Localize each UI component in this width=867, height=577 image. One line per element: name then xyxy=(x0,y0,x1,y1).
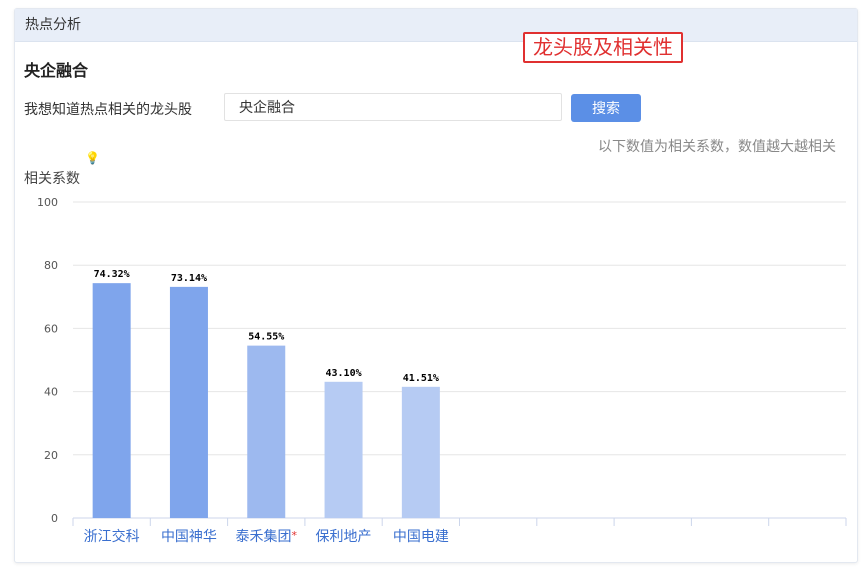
bar xyxy=(169,286,208,518)
bar xyxy=(92,283,131,518)
category-label: 中国电建 xyxy=(393,529,449,545)
y-tick-label: 0 xyxy=(51,512,58,525)
category-mark: * xyxy=(292,529,298,542)
category-label: 保利地产 xyxy=(316,529,372,545)
data-label: 43.10% xyxy=(325,368,361,379)
bar-chart: 0 20 40 60 80 100 74.32% 浙江交科 73.14% 中国神华 54.55% 泰禾… xyxy=(37,196,847,545)
data-label: 54.55% xyxy=(248,332,284,343)
data-label: 41.51% xyxy=(403,373,439,384)
bar xyxy=(401,386,440,518)
data-label: 74.32% xyxy=(94,269,130,280)
category-label: 泰禾集团* xyxy=(236,528,298,545)
bar xyxy=(247,345,286,518)
y-tick-label: 100 xyxy=(37,196,58,209)
y-tick-label: 40 xyxy=(44,386,58,399)
y-tick-label: 60 xyxy=(44,322,58,335)
bar xyxy=(324,381,363,518)
category-label: 浙江交科 xyxy=(84,528,140,545)
data-label: 73.14% xyxy=(171,273,207,284)
category-label: 中国神华 xyxy=(161,529,217,545)
y-tick-label: 20 xyxy=(44,449,58,462)
y-tick-label: 80 xyxy=(44,259,58,272)
